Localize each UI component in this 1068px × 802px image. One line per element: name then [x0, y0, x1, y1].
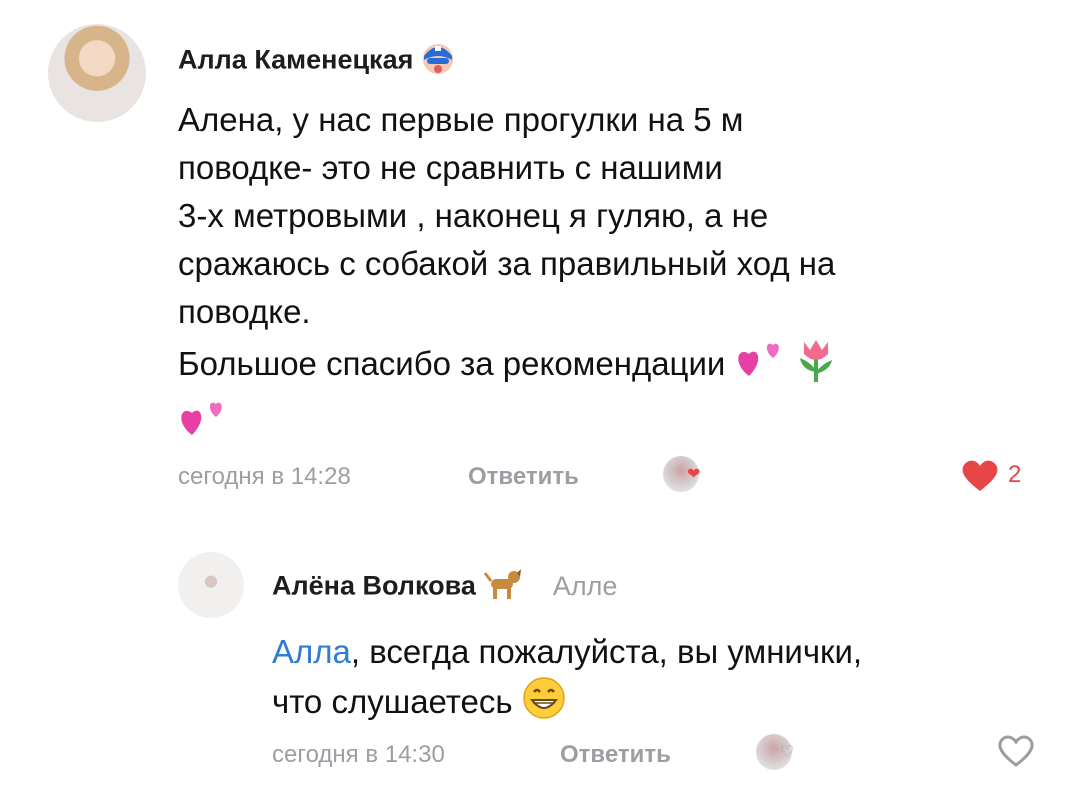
author-name[interactable]: Алла Каменецкая [178, 38, 455, 85]
liked-by-author-avatar[interactable]: ❤ [663, 456, 701, 492]
heart-outline-icon: ♡ [780, 744, 795, 761]
mention-link[interactable]: Алла [272, 633, 351, 670]
grinning-face-icon [522, 676, 566, 733]
two-hearts-icon [735, 338, 785, 395]
comment-line: что слушаетесь [272, 676, 1052, 733]
avatar[interactable] [178, 552, 244, 618]
like-button[interactable] [996, 732, 1036, 768]
superhero-face-icon [421, 38, 455, 85]
two-hearts-icon [178, 397, 228, 454]
heart-icon: ❤ [687, 466, 701, 483]
comment-text: Алена, у нас первые прогулки на 5 м пово… [178, 96, 1038, 454]
like-button[interactable]: 2 [960, 457, 1021, 493]
timestamp: сегодня в 14:28 [178, 463, 351, 490]
timestamp: сегодня в 14:30 [272, 741, 445, 768]
like-count: 2 [1008, 461, 1022, 488]
reply-to[interactable]: Алле [553, 571, 618, 601]
comment-line: Алла, всегда пожалуйста, вы умнички, [272, 633, 863, 670]
liked-by-author-avatar[interactable]: ♡ [756, 734, 795, 770]
reply-button[interactable]: Ответить [560, 741, 671, 769]
comment-line [178, 397, 1038, 454]
comment-line: Большое спасибо за рекомендации [178, 336, 1038, 397]
avatar[interactable] [48, 24, 146, 122]
tulip-icon [794, 336, 838, 397]
comment-text: Алла, всегда пожалуйста, вы умнички, что… [272, 628, 1052, 733]
reply-button[interactable]: Ответить [468, 463, 579, 491]
heart-filled-icon [962, 460, 998, 491]
heart-outline-icon [998, 735, 1034, 767]
dog-icon [483, 567, 523, 608]
author-name[interactable]: Алёна Волкова Алле [272, 567, 617, 608]
